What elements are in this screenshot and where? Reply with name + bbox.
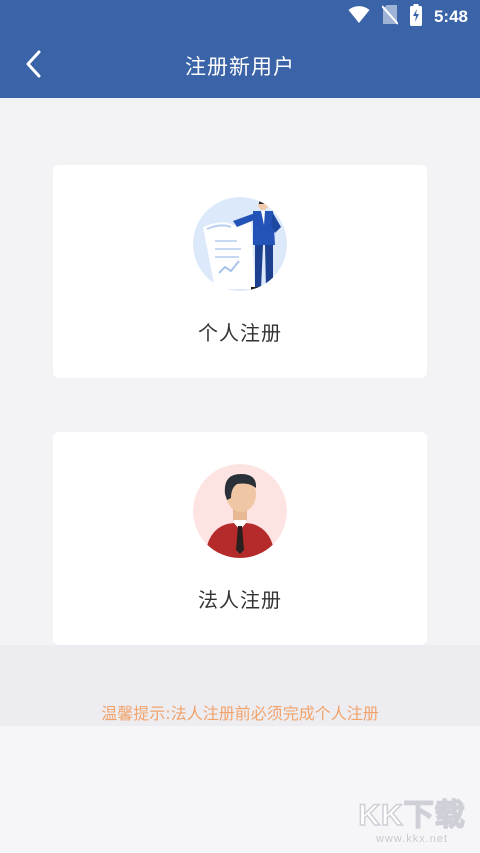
personal-registration-card[interactable]: 个人注册 [53,165,427,378]
status-time: 5:48 [433,7,468,26]
chevron-left-icon [25,50,43,82]
no-sim-icon [381,5,399,29]
watermark-url: www.kkx.net [375,833,449,845]
page-title: 注册新用户 [185,55,295,79]
legal-person-registration-card[interactable]: 法人注册 [53,432,427,645]
status-bar: 5:48 [0,0,480,34]
man-in-red-suit-avatar [193,464,287,558]
personal-registration-label: 个人注册 [198,321,282,345]
watermark: KK下载 www.kkx.net [352,798,472,851]
top-bar: 5:48 注册新用户 [0,0,480,98]
legal-person-registration-label: 法人注册 [198,588,282,612]
bottom-area: KK下载 www.kkx.net [0,726,480,853]
back-button[interactable] [16,48,52,84]
app-bar: 注册新用户 [0,34,480,98]
warm-tip-text: 温馨提示:法人注册前必须完成个人注册 [101,704,379,723]
battery-charging-icon [409,4,422,30]
wifi-icon [348,6,370,28]
watermark-logo: KK下载 [358,798,466,833]
businessman-document-illustration [193,197,287,291]
